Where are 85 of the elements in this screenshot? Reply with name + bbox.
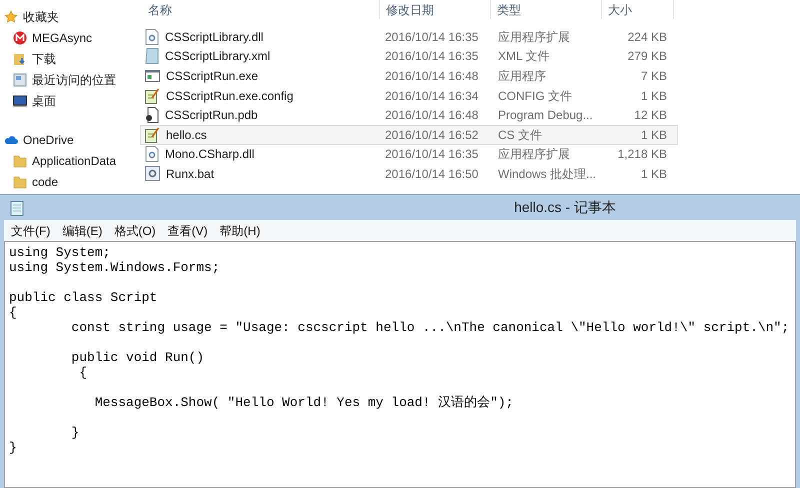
file-date: 2016/10/14 16:34 bbox=[384, 88, 480, 105]
code-line: const string usage = "Usage: cscscript hello ...\nThe canonical \"Hello world!\" script.\n"; bbox=[70, 320, 790, 335]
nav-item[interactable]: code bbox=[32, 172, 58, 190]
code-line: { bbox=[9, 305, 18, 320]
nav-item[interactable]: 桌面 bbox=[32, 92, 56, 110]
nav-group-label[interactable]: OneDrive bbox=[23, 130, 74, 148]
code-line: } bbox=[9, 440, 18, 455]
document-icon bbox=[145, 48, 159, 64]
file-size: 1,218 KB bbox=[616, 146, 667, 164]
nav-item[interactable]: 最近访问的位置 bbox=[32, 70, 116, 88]
nav-item[interactable]: MEGAsync bbox=[32, 28, 92, 46]
menu-item[interactable]: 文件(F) bbox=[6, 220, 56, 241]
nav-item[interactable]: ApplicationData bbox=[32, 152, 116, 170]
column-header[interactable]: 大小 bbox=[602, 0, 674, 19]
code-line: { bbox=[78, 365, 88, 380]
file-row[interactable]: CSScriptRun.exe 2016/10/14 16:48 应用程序 7 KB bbox=[140, 66, 678, 86]
file-name: CSScriptRun.exe bbox=[166, 68, 258, 85]
file-type: CS 文件 bbox=[497, 126, 544, 144]
file-row[interactable]: CSScriptLibrary.xml 2016/10/14 16:35 XML 文件 279 KB bbox=[140, 46, 678, 66]
folder-icon bbox=[13, 174, 27, 188]
file-date: 2016/10/14 16:52 bbox=[384, 126, 480, 144]
file-name: Runx.bat bbox=[166, 166, 214, 183]
nav-group-label[interactable]: 收藏夹 bbox=[23, 8, 59, 26]
file-name: CSScriptRun.pdb bbox=[165, 107, 258, 124]
folder-icon bbox=[13, 154, 27, 168]
file-date: 2016/10/14 16:35 bbox=[384, 28, 480, 46]
file-row[interactable]: CSScriptRun.pdb 2016/10/14 16:48 Program Debug... 12 KB bbox=[140, 105, 678, 125]
code-line: using System.Windows.Forms; bbox=[9, 260, 221, 275]
file-name: Mono.CSharp.dll bbox=[165, 146, 254, 164]
code-line: } bbox=[70, 425, 80, 440]
column-header[interactable]: 名称 bbox=[136, 0, 380, 19]
file-date: 2016/10/14 16:35 bbox=[384, 146, 480, 164]
desktop-icon bbox=[13, 94, 27, 108]
gear-file-icon bbox=[145, 146, 159, 162]
file-row[interactable]: CSScriptRun.exe.config 2016/10/14 16:34 CONFIG 文件 1 KB bbox=[140, 86, 678, 106]
file-size: 279 KB bbox=[626, 48, 667, 66]
file-date: 2016/10/14 16:48 bbox=[384, 107, 480, 124]
notepad-file-icon bbox=[145, 88, 160, 104]
menu-item[interactable]: 查看(V) bbox=[162, 220, 213, 241]
file-name: hello.cs bbox=[166, 126, 207, 144]
text-editor[interactable] bbox=[4, 241, 796, 488]
menu-item[interactable]: 编辑(E) bbox=[57, 220, 108, 241]
notepad-file-icon bbox=[145, 126, 160, 143]
menu-item[interactable]: 格式(O) bbox=[109, 220, 161, 241]
code-line: MessageBox.Show( "Hello World! Yes my load! 汉语的会"); bbox=[94, 395, 514, 410]
column-header[interactable]: 修改日期 bbox=[380, 0, 491, 19]
file-size: 7 KB bbox=[640, 68, 667, 85]
code-line: public class Script bbox=[9, 290, 158, 305]
file-type: 应用程序 bbox=[497, 68, 547, 85]
gear-window-icon bbox=[145, 166, 160, 182]
code-line: public void Run() bbox=[70, 350, 206, 365]
file-row[interactable]: Runx.bat 2016/10/14 16:50 Windows 批处理... 1 KB bbox=[140, 164, 678, 184]
nav-item[interactable]: 下载 bbox=[32, 50, 56, 68]
file-size: 1 KB bbox=[640, 88, 667, 105]
file-size: 1 KB bbox=[640, 126, 667, 144]
file-type: XML 文件 bbox=[497, 48, 551, 66]
code-line: using System; bbox=[9, 245, 112, 260]
file-icon bbox=[145, 107, 159, 124]
logo-icon bbox=[13, 30, 27, 44]
column-header[interactable]: 类型 bbox=[491, 0, 602, 19]
file-name: CSScriptLibrary.xml bbox=[165, 48, 270, 66]
file-name: CSScriptRun.exe.config bbox=[166, 88, 294, 105]
download-folder-icon bbox=[13, 52, 27, 66]
file-type: 应用程序扩展 bbox=[497, 28, 571, 46]
file-type: Program Debug... bbox=[497, 107, 594, 124]
file-row[interactable]: hello.cs 2016/10/14 16:52 CS 文件 1 KB bbox=[140, 124, 678, 145]
notepad-icon bbox=[10, 200, 24, 216]
recent-places-icon bbox=[13, 72, 27, 86]
window-title: hello.cs - 记事本 bbox=[514, 198, 616, 217]
file-type: CONFIG 文件 bbox=[497, 88, 573, 105]
menu-item[interactable]: 帮助(H) bbox=[214, 220, 266, 241]
file-type: Windows 批处理... bbox=[497, 166, 597, 183]
file-row[interactable]: Mono.CSharp.dll 2016/10/14 16:35 应用程序扩展 1,218 KB bbox=[140, 144, 678, 164]
file-size: 1 KB bbox=[640, 166, 667, 183]
star-icon bbox=[4, 10, 18, 24]
file-type: 应用程序扩展 bbox=[497, 146, 571, 164]
file-size: 224 KB bbox=[626, 28, 667, 46]
gear-file-icon bbox=[145, 28, 159, 45]
application-window-icon bbox=[145, 68, 160, 83]
file-name: CSScriptLibrary.dll bbox=[165, 28, 264, 46]
file-size: 12 KB bbox=[633, 107, 667, 124]
file-date: 2016/10/14 16:50 bbox=[384, 166, 480, 183]
file-date: 2016/10/14 16:48 bbox=[384, 68, 480, 85]
file-row[interactable]: CSScriptLibrary.dll 2016/10/14 16:35 应用程序扩展 224 KB bbox=[140, 27, 678, 47]
file-date: 2016/10/14 16:35 bbox=[384, 48, 480, 66]
